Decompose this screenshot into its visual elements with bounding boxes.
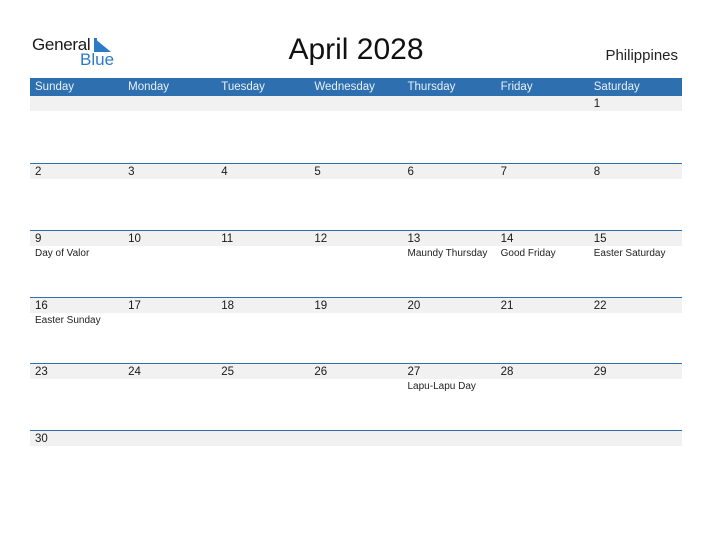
holiday-label: Day of Valor: [35, 248, 90, 259]
day-cell: [403, 431, 496, 498]
day-number: 11: [221, 233, 234, 245]
day-number: 10: [128, 233, 141, 245]
day-number: 23: [35, 366, 48, 378]
holiday-label: Easter Saturday: [593, 248, 666, 259]
day-cell: [123, 431, 216, 498]
day-cell: 14 Good Friday: [496, 231, 589, 298]
day-number: 26: [314, 366, 328, 378]
week-row: 23 24 25 26 27 Lapu-Lapu Day 28 29: [30, 363, 682, 431]
day-cell: [309, 431, 402, 498]
day-cell: 6: [403, 164, 496, 231]
day-cell: 25: [216, 364, 309, 431]
day-number: 5: [314, 166, 321, 178]
day-number: 7: [500, 166, 508, 178]
day-number: 4: [221, 166, 228, 178]
day-number: 17: [128, 300, 141, 312]
holiday-label: Lapu-Lapu Day: [407, 381, 476, 392]
day-cell: 30: [30, 431, 123, 498]
day-cell: 13 Maundy Thursday: [403, 231, 496, 298]
day-number: 3: [128, 166, 135, 178]
day-cell: 12: [309, 231, 402, 298]
day-cell: 21: [496, 298, 589, 365]
day-number: 14: [500, 233, 514, 245]
day-cell: [589, 431, 682, 498]
day-cell: [123, 96, 216, 163]
weekday-monday: Monday: [128, 81, 170, 93]
week-row: 16 Easter Sunday 17 18 19 20 21 22: [30, 297, 682, 365]
week-row: 2 3 4 5 6 7 8: [30, 163, 682, 231]
day-number: 27: [407, 366, 421, 378]
day-number: 15: [593, 233, 607, 245]
day-number: 9: [35, 233, 42, 245]
day-cell: [496, 431, 589, 498]
day-cell: 15 Easter Saturday: [589, 231, 682, 298]
day-number: 2: [35, 166, 42, 178]
day-number: 12: [314, 233, 328, 245]
day-cell: 5: [309, 164, 402, 231]
day-cell: 1: [589, 96, 682, 163]
day-number: 1: [593, 98, 601, 110]
holiday-label: Good Friday: [500, 248, 556, 259]
day-cell: 9 Day of Valor: [30, 231, 123, 298]
day-cell: 22: [589, 298, 682, 365]
day-cell: 28: [496, 364, 589, 431]
day-cell: 27 Lapu-Lapu Day: [403, 364, 496, 431]
day-cell: 8: [589, 164, 682, 231]
day-cell: [309, 96, 402, 163]
day-number: 13: [407, 233, 421, 245]
day-cell: [30, 96, 123, 163]
weekday-thursday: Thursday: [407, 81, 456, 93]
day-number: 21: [500, 300, 514, 312]
day-cell: 26: [309, 364, 402, 431]
day-number: 20: [407, 300, 421, 312]
day-cell: [403, 96, 496, 163]
weekday-saturday: Saturday: [593, 81, 640, 93]
day-cell: 24: [123, 364, 216, 431]
holiday-label: Maundy Thursday: [407, 248, 488, 259]
day-number: 8: [593, 166, 601, 178]
day-cell: 11: [216, 231, 309, 298]
country-label: Philippines: [605, 47, 678, 64]
weekday-sunday: Sunday: [35, 81, 75, 93]
week-row: 1: [30, 96, 682, 163]
day-cell: [216, 96, 309, 163]
day-cell: 20: [403, 298, 496, 365]
day-cell: [496, 96, 589, 163]
week-row: 30: [30, 430, 682, 498]
holiday-label: Easter Sunday: [35, 315, 101, 326]
day-cell: 19: [309, 298, 402, 365]
day-number: 30: [35, 433, 48, 445]
day-number: 24: [128, 366, 141, 378]
day-number: 6: [407, 166, 414, 178]
day-cell: 23: [30, 364, 123, 431]
weekday-friday: Friday: [500, 81, 533, 93]
day-cell: 3: [123, 164, 216, 231]
day-cell: [216, 431, 309, 498]
day-number: 25: [221, 366, 235, 378]
week-row: 9 Day of Valor 10 11 12 13 Maundy Thursday 14 Go…: [30, 230, 682, 298]
day-cell: 7: [496, 164, 589, 231]
day-number: 18: [221, 300, 235, 312]
day-number: 28: [500, 366, 514, 378]
day-number: 22: [593, 300, 607, 312]
day-cell: 4: [216, 164, 309, 231]
day-cell: 17: [123, 298, 216, 365]
day-cell: 10: [123, 231, 216, 298]
day-cell: 18: [216, 298, 309, 365]
day-cell: 29: [589, 364, 682, 431]
day-cell: 2: [30, 164, 123, 231]
weekday-header: Sunday Monday Tuesday Wednesday Thursday…: [30, 78, 682, 96]
day-number: 29: [593, 366, 607, 378]
day-number: 19: [314, 300, 328, 312]
day-cell: 16 Easter Sunday: [30, 298, 123, 365]
weekday-tuesday: Tuesday: [221, 81, 265, 93]
day-number: 16: [35, 300, 48, 312]
weekday-wednesday: Wednesday: [314, 81, 375, 93]
